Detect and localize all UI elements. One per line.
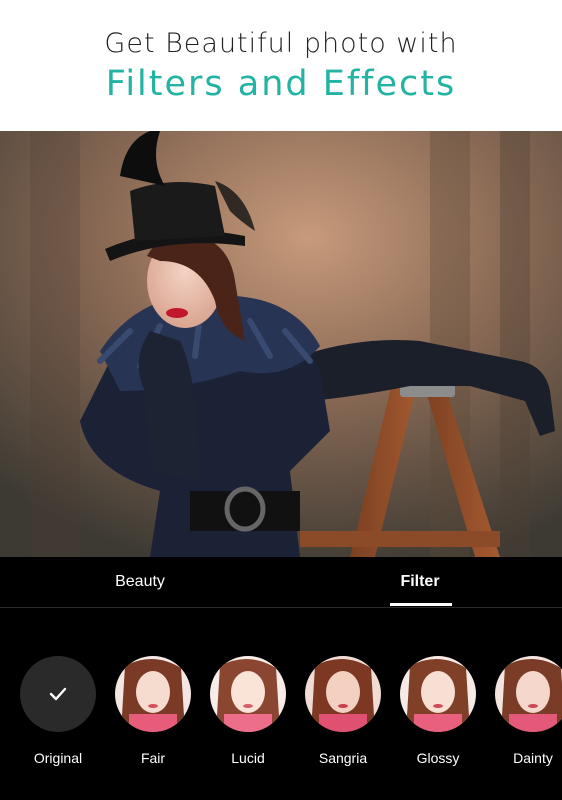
- preview-photo-illustration: [0, 131, 562, 557]
- active-tab-indicator: [390, 603, 452, 606]
- filter-thumb-fair[interactable]: [115, 656, 191, 732]
- filter-item-sangria[interactable]: Sangria: [303, 656, 383, 766]
- filter-label: Original: [33, 750, 83, 766]
- filter-label: Sangria: [318, 750, 368, 766]
- promo-header: Get Beautiful photo with Filters and Eff…: [0, 0, 562, 131]
- preview-photo: [0, 131, 562, 557]
- filter-thumb-lucid[interactable]: [210, 656, 286, 732]
- tab-beauty[interactable]: Beauty: [90, 557, 190, 607]
- check-icon: [49, 687, 67, 701]
- editor-tabs: Beauty Filter: [0, 557, 562, 608]
- filter-item-lucid[interactable]: Lucid: [208, 656, 288, 766]
- filter-item-fair[interactable]: Fair: [113, 656, 193, 766]
- filter-label: Glossy: [416, 750, 460, 766]
- filter-strip: Original Fair Lucid Sangria Glossy Daint…: [0, 608, 562, 800]
- filter-item-original[interactable]: Original: [18, 656, 98, 766]
- promo-subheadline: Filters and Effects: [105, 64, 457, 104]
- filter-thumb-dainty[interactable]: [495, 656, 562, 732]
- filter-item-dainty[interactable]: Dainty: [493, 656, 562, 766]
- filter-label: Lucid: [231, 750, 265, 766]
- promo-headline: Get Beautiful photo with: [104, 28, 458, 59]
- filter-preview-sangria-image: [305, 656, 381, 732]
- filter-preview-dainty-image: [495, 656, 562, 732]
- filter-thumb-glossy[interactable]: [400, 656, 476, 732]
- tab-filter[interactable]: Filter: [380, 557, 460, 607]
- filter-preview-lucid-image: [210, 656, 286, 732]
- filter-preview-fair-image: [115, 656, 191, 732]
- filter-label: Dainty: [513, 750, 553, 766]
- filter-thumb-sangria[interactable]: [305, 656, 381, 732]
- filter-label: Fair: [140, 750, 166, 766]
- filter-item-glossy[interactable]: Glossy: [398, 656, 478, 766]
- filter-preview-glossy-image: [400, 656, 476, 732]
- filter-thumb-original[interactable]: [20, 656, 96, 732]
